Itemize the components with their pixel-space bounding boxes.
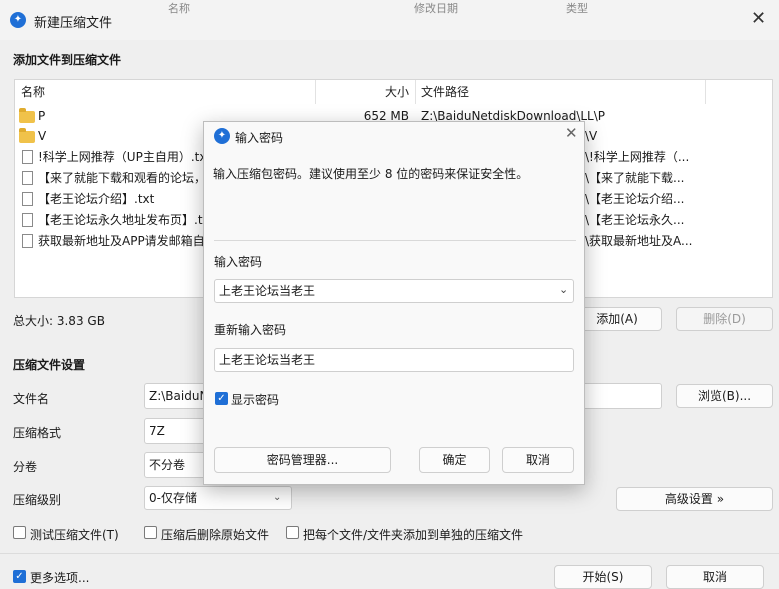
level-label: 压缩级别 <box>13 493 62 507</box>
password-input-value: 上老王论坛当老王 <box>219 284 316 298</box>
document-icon <box>22 234 33 248</box>
window-close-icon[interactable]: ✕ <box>751 8 766 29</box>
file-name: V <box>38 129 47 143</box>
level-select[interactable]: 0-仅存储 ⌄ <box>144 486 292 510</box>
file-path: \【老王论坛介绍... <box>585 192 685 206</box>
ok-button[interactable]: 确定 <box>419 447 490 473</box>
footer-divider <box>0 553 779 554</box>
delete-after-checkbox[interactable] <box>144 526 157 539</box>
app-logo-icon: ✦ <box>214 128 230 144</box>
column-divider <box>315 80 316 104</box>
document-icon <box>22 192 33 206</box>
test-archive-label: 测试压缩文件(T) <box>30 528 119 542</box>
total-size: 总大小: 3.83 GB <box>13 314 105 328</box>
column-header-size[interactable]: 大小 <box>385 80 409 104</box>
window-title: 新建压缩文件 <box>34 16 113 31</box>
dialog-cancel-button[interactable]: 取消 <box>502 447 574 473</box>
bg-tab-name: 名称 <box>168 2 190 15</box>
file-path: \【来了就能下载... <box>585 171 685 185</box>
start-button[interactable]: 开始(S) <box>554 565 652 589</box>
advanced-settings-button[interactable]: 高级设置 » <box>616 487 773 511</box>
column-divider <box>415 80 416 104</box>
password-label: 输入密码 <box>214 255 263 269</box>
document-icon <box>22 213 33 227</box>
dialog-description: 输入压缩包密码。建议使用至少 8 位的密码来保证安全性。 <box>213 167 529 181</box>
title-bar: ✦ 新建压缩文件 名称 修改日期 类型 ✕ <box>0 0 779 40</box>
dialog-divider <box>214 240 576 241</box>
dialog-close-icon[interactable]: ✕ <box>565 124 578 142</box>
separate-archives-checkbox[interactable] <box>286 526 299 539</box>
show-password-checkbox[interactable]: ✓ <box>215 392 228 405</box>
file-name: P <box>38 109 46 123</box>
test-archive-checkbox[interactable] <box>13 526 26 539</box>
filename-label: 文件名 <box>13 392 50 406</box>
files-section-title: 添加文件到压缩文件 <box>13 53 122 67</box>
file-name: !科学上网推荐（UP主自用）.txt <box>38 150 212 164</box>
file-path: \【老王论坛永久... <box>585 213 685 227</box>
format-label: 压缩格式 <box>13 426 62 440</box>
column-divider <box>705 80 706 104</box>
separate-archives-label: 把每个文件/文件夹添加到单独的压缩文件 <box>303 528 524 542</box>
file-name: 获取最新地址及APP请发邮箱自 <box>38 234 205 248</box>
more-options-label: 更多选项... <box>30 571 90 585</box>
file-name: 【来了就能下载和观看的论坛， <box>38 171 207 185</box>
file-path: \获取最新地址及A... <box>585 234 693 248</box>
bg-tab-date: 修改日期 <box>414 2 458 15</box>
delete-button[interactable]: 删除(D) <box>676 307 773 331</box>
bg-tab-type: 类型 <box>566 2 588 15</box>
document-icon <box>22 171 33 185</box>
chevron-down-icon[interactable]: ⌄ <box>559 280 568 301</box>
file-name: 【老王论坛介绍】.txt <box>38 192 155 206</box>
app-logo-icon: ✦ <box>10 12 26 28</box>
column-header-name[interactable]: 名称 <box>21 80 45 104</box>
split-label: 分卷 <box>13 460 38 474</box>
dialog-title: 输入密码 <box>235 131 284 145</box>
file-path: \V <box>585 129 598 143</box>
document-icon <box>22 150 33 164</box>
show-password-label: 显示密码 <box>231 393 280 407</box>
confirm-password-label: 重新输入密码 <box>214 323 287 337</box>
settings-section-title: 压缩文件设置 <box>13 358 86 372</box>
delete-after-label: 压缩后删除原始文件 <box>161 528 270 542</box>
browse-button[interactable]: 浏览(B)... <box>676 384 773 408</box>
folder-icon <box>19 128 35 143</box>
level-select-value: 0-仅存储 <box>149 491 197 505</box>
column-header-path[interactable]: 文件路径 <box>421 80 469 104</box>
chevron-down-icon: ⌄ <box>273 492 282 503</box>
file-name: 【老王论坛永久地址发布页】.txt <box>38 213 215 227</box>
folder-icon <box>19 108 35 123</box>
password-manager-button[interactable]: 密码管理器... <box>214 447 391 473</box>
add-button[interactable]: 添加(A) <box>572 307 662 331</box>
main-cancel-button[interactable]: 取消 <box>666 565 764 589</box>
password-dialog: ✦ 输入密码 ✕ 输入压缩包密码。建议使用至少 8 位的密码来保证安全性。 输入… <box>203 121 585 485</box>
confirm-password-input[interactable]: 上老王论坛当老王 <box>214 348 574 372</box>
password-input[interactable]: 上老王论坛当老王 ⌄ <box>214 279 574 303</box>
more-options-checkbox[interactable]: ✓ <box>13 570 26 583</box>
file-path: \!科学上网推荐（... <box>585 150 690 164</box>
